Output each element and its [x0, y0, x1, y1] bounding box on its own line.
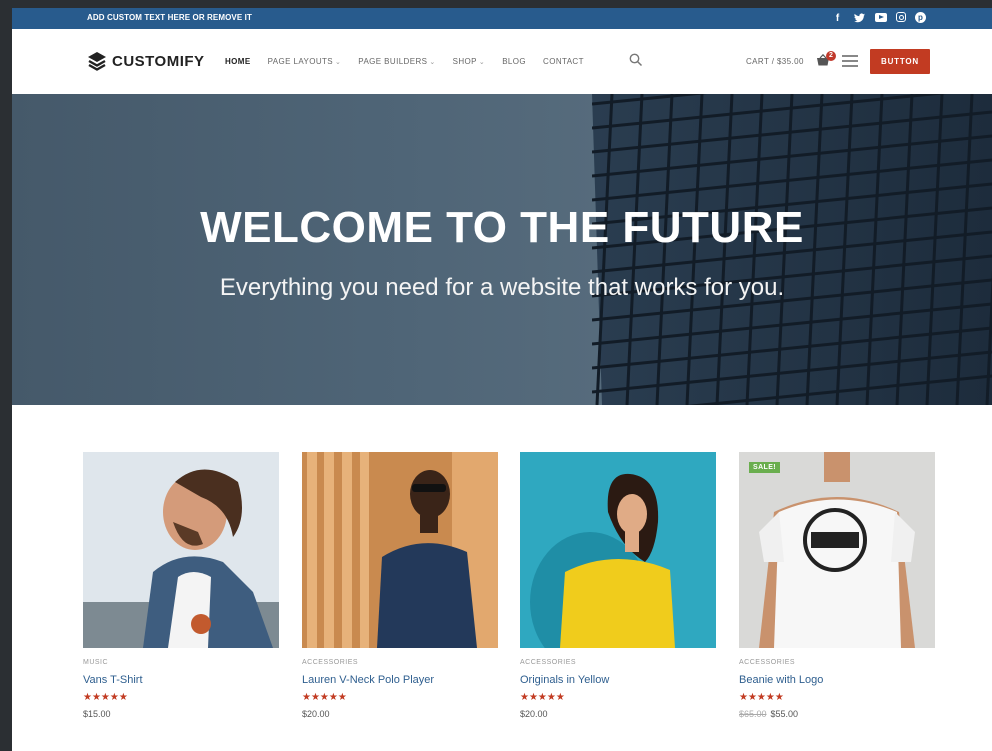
- product-rating: ★★★★★: [83, 692, 128, 703]
- product-photo: [83, 452, 279, 648]
- site-header: CUSTOMIFY HOME PAGE LAYOUTS ⌄ PAGE BUILDE…: [12, 29, 992, 93]
- product-photo: [302, 452, 498, 648]
- product-rating: ★★★★★: [302, 692, 347, 703]
- social-links: f p: [831, 11, 926, 25]
- pinterest-icon[interactable]: p: [915, 12, 926, 23]
- product-category[interactable]: MUSIC: [83, 659, 279, 666]
- top-bar: ADD CUSTOM TEXT HERE OR REMOVE IT f p: [12, 8, 992, 29]
- nav-label: BLOG: [502, 57, 527, 66]
- product-card[interactable]: ACCESSORIES Lauren V-Neck Polo Player ★★…: [302, 452, 498, 719]
- main-nav: HOME PAGE LAYOUTS ⌄ PAGE BUILDERS ⌄ SHOP ⌄ …: [225, 57, 601, 66]
- product-grid: MUSIC Vans T-Shirt ★★★★★ $15.00 ACCESSOR…: [83, 452, 935, 751]
- product-name[interactable]: Lauren V-Neck Polo Player: [302, 674, 498, 686]
- nav-item-contact[interactable]: CONTACT: [543, 57, 584, 66]
- cart-link[interactable]: CART / $35.00: [746, 57, 804, 66]
- chevron-down-icon: ⌄: [429, 59, 436, 66]
- product-photo: [739, 452, 935, 648]
- product-current-price: $20.00: [520, 709, 548, 719]
- product-current-price: $20.00: [302, 709, 330, 719]
- nav-item-shop[interactable]: SHOP ⌄: [453, 57, 486, 66]
- sale-badge: SALE!: [749, 462, 780, 473]
- product-card[interactable]: ACCESSORIES Originals in Yellow ★★★★★ $2…: [520, 452, 716, 719]
- hero-title: WELCOME TO THE FUTURE: [200, 203, 804, 252]
- product-name[interactable]: Vans T-Shirt: [83, 674, 279, 686]
- product-current-price: $15.00: [83, 709, 111, 719]
- product-category[interactable]: ACCESSORIES: [302, 659, 498, 666]
- cart-count-badge: 2: [826, 51, 836, 61]
- nav-item-page-layouts[interactable]: PAGE LAYOUTS ⌄: [268, 57, 342, 66]
- nav-label: PAGE BUILDERS: [358, 57, 428, 66]
- search-icon[interactable]: [629, 53, 643, 67]
- product-photo: [520, 452, 716, 648]
- product-card[interactable]: MUSIC Vans T-Shirt ★★★★★ $15.00: [83, 452, 279, 719]
- header-cta-button[interactable]: BUTTON: [870, 49, 930, 74]
- product-category[interactable]: ACCESSORIES: [739, 659, 935, 666]
- page: ADD CUSTOM TEXT HERE OR REMOVE IT f p CU…: [12, 8, 992, 751]
- facebook-icon[interactable]: f: [831, 11, 844, 25]
- top-bar-message: ADD CUSTOM TEXT HERE OR REMOVE IT: [87, 13, 252, 22]
- nav-item-page-builders[interactable]: PAGE BUILDERS ⌄: [358, 57, 435, 66]
- hero-banner: WELCOME TO THE FUTURE Everything you nee…: [12, 94, 992, 405]
- product-image[interactable]: [83, 452, 279, 648]
- product-name[interactable]: Beanie with Logo: [739, 674, 935, 686]
- chevron-down-icon: ⌄: [478, 59, 486, 66]
- nav-item-blog[interactable]: BLOG: [502, 57, 526, 66]
- product-price: $15.00: [83, 709, 279, 719]
- product-price: $20.00: [520, 709, 716, 719]
- site-logo[interactable]: CUSTOMIFY: [87, 51, 205, 71]
- chevron-down-icon: ⌄: [335, 59, 342, 66]
- logo-mark-icon: [88, 52, 106, 71]
- instagram-icon[interactable]: [896, 12, 906, 22]
- product-rating: ★★★★★: [520, 692, 565, 703]
- product-image[interactable]: SALE!: [739, 452, 935, 648]
- nav-label: HOME: [225, 57, 251, 66]
- youtube-icon[interactable]: [875, 13, 887, 22]
- hamburger-menu-icon[interactable]: [842, 55, 858, 67]
- product-image[interactable]: [520, 452, 716, 648]
- product-price: $20.00: [302, 709, 498, 719]
- nav-item-home[interactable]: HOME: [225, 57, 251, 66]
- nav-label: SHOP: [452, 57, 477, 66]
- product-current-price: $55.00: [770, 709, 799, 719]
- product-rating: ★★★★★: [739, 692, 784, 703]
- product-old-price: $65.00: [739, 709, 767, 719]
- nav-label: PAGE LAYOUTS: [267, 57, 334, 66]
- product-card[interactable]: SALE! ACCESSORIES Beanie with Logo ★★★★★…: [739, 452, 935, 719]
- twitter-icon[interactable]: [853, 11, 866, 25]
- product-price: $65.00 $55.00: [739, 709, 935, 719]
- hero-subtitle: Everything you need for a website that w…: [219, 274, 785, 301]
- product-image[interactable]: [302, 452, 498, 648]
- product-category[interactable]: ACCESSORIES: [520, 659, 716, 666]
- logo-text: CUSTOMIFY: [112, 52, 205, 70]
- product-name[interactable]: Originals in Yellow: [520, 674, 716, 686]
- nav-label: CONTACT: [543, 57, 584, 66]
